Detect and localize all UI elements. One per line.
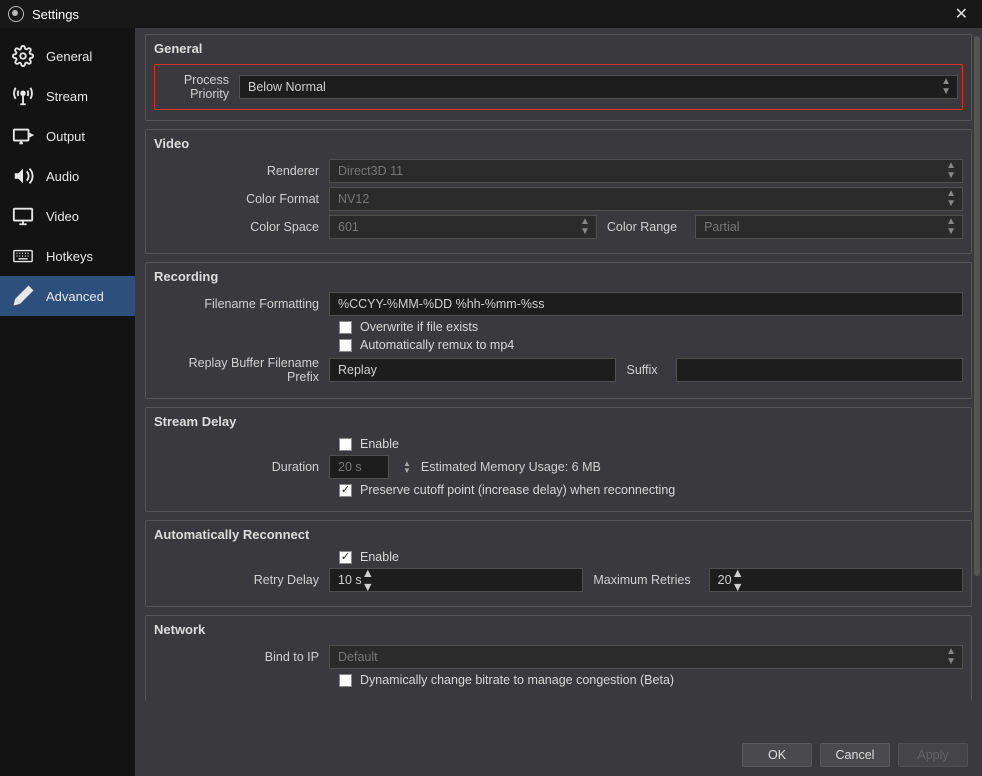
retry-delay-spinner[interactable]: 10 s ▲▼ [329, 568, 583, 592]
title-bar: Settings ✕ [0, 0, 982, 28]
group-general: General Process Priority Below Normal ▲▼ [145, 34, 972, 121]
group-recording: Recording Filename Formatting Overwrite … [145, 262, 972, 399]
gear-icon [12, 45, 34, 67]
renderer-label: Renderer [154, 164, 329, 178]
sidebar-item-label: Audio [46, 169, 79, 184]
group-reconnect: Automatically Reconnect Enable Retry Del… [145, 520, 972, 607]
group-title: Stream Delay [154, 414, 963, 429]
sidebar-item-label: Output [46, 129, 85, 144]
remux-label: Automatically remux to mp4 [360, 338, 514, 352]
group-title: General [154, 41, 963, 56]
stream-delay-enable-checkbox[interactable] [339, 438, 352, 451]
chevron-updown-icon: ▲▼ [732, 566, 744, 594]
keyboard-icon [12, 245, 34, 267]
content-area: General Process Priority Below Normal ▲▼… [135, 28, 982, 776]
sidebar: General Stream Output Audio Video [0, 28, 135, 776]
group-network: Network Bind to IP Default ▲▼ Dynamicall… [145, 615, 972, 701]
chevron-updown-icon: ▲▼ [580, 217, 590, 237]
group-title: Recording [154, 269, 963, 284]
apply-button[interactable]: Apply [898, 743, 968, 767]
retry-delay-label: Retry Delay [154, 573, 329, 587]
process-priority-label: Process Priority [159, 73, 239, 101]
sidebar-item-hotkeys[interactable]: Hotkeys [0, 236, 135, 276]
antenna-icon [12, 85, 34, 107]
chevron-updown-icon: ▲▼ [941, 77, 951, 97]
color-format-select[interactable]: NV12 ▲▼ [329, 187, 963, 211]
reconnect-enable-checkbox[interactable] [339, 551, 352, 564]
bind-ip-select[interactable]: Default ▲▼ [329, 645, 963, 669]
color-space-select[interactable]: 601 ▲▼ [329, 215, 597, 239]
sidebar-item-label: General [46, 49, 92, 64]
max-retries-label: Maximum Retries [593, 573, 698, 587]
chevron-updown-icon: ▲▼ [946, 189, 956, 209]
chevron-updown-icon: ▲▼ [362, 566, 374, 594]
filename-formatting-input[interactable] [329, 292, 963, 316]
group-stream-delay: Stream Delay Enable Duration 20 s ▲▼ Est… [145, 407, 972, 512]
app-logo-icon [8, 6, 24, 22]
process-priority-highlight: Process Priority Below Normal ▲▼ [154, 64, 963, 110]
overwrite-checkbox[interactable] [339, 321, 352, 334]
speaker-icon [12, 165, 34, 187]
color-format-label: Color Format [154, 192, 329, 206]
color-range-label: Color Range [607, 220, 685, 234]
sidebar-item-output[interactable]: Output [0, 116, 135, 156]
color-range-select[interactable]: Partial ▲▼ [695, 215, 963, 239]
chevron-updown-icon: ▲▼ [946, 161, 956, 181]
renderer-select[interactable]: Direct3D 11 ▲▼ [329, 159, 963, 183]
output-icon [12, 125, 34, 147]
group-title: Automatically Reconnect [154, 527, 963, 542]
sidebar-item-label: Video [46, 209, 79, 224]
preserve-label: Preserve cutoff point (increase delay) w… [360, 483, 675, 497]
group-title: Video [154, 136, 963, 151]
chevron-updown-icon: ▲▼ [946, 647, 956, 667]
sidebar-item-stream[interactable]: Stream [0, 76, 135, 116]
sidebar-item-label: Hotkeys [46, 249, 93, 264]
bind-ip-label: Bind to IP [154, 650, 329, 664]
spinner-arrows-icon[interactable]: ▲▼ [403, 460, 411, 474]
remux-checkbox[interactable] [339, 339, 352, 352]
enable-label: Enable [360, 550, 399, 564]
enable-label: Enable [360, 437, 399, 451]
sidebar-item-general[interactable]: General [0, 36, 135, 76]
monitor-icon [12, 205, 34, 227]
dialog-footer: OK Cancel Apply [135, 734, 982, 776]
close-icon[interactable]: ✕ [949, 4, 974, 24]
dynamic-bitrate-checkbox[interactable] [339, 674, 352, 687]
filename-formatting-label: Filename Formatting [154, 297, 329, 311]
process-priority-select[interactable]: Below Normal ▲▼ [239, 75, 958, 99]
dynamic-bitrate-label: Dynamically change bitrate to manage con… [360, 673, 674, 687]
ok-button[interactable]: OK [742, 743, 812, 767]
replay-prefix-label: Replay Buffer Filename Prefix [154, 356, 329, 384]
scrollbar[interactable] [974, 36, 980, 576]
duration-spinner[interactable]: 20 s [329, 455, 389, 479]
memory-usage-label: Estimated Memory Usage: 6 MB [421, 460, 609, 474]
chevron-updown-icon: ▲▼ [946, 217, 956, 237]
sidebar-item-advanced[interactable]: Advanced [0, 276, 135, 316]
cancel-button[interactable]: Cancel [820, 743, 890, 767]
duration-label: Duration [154, 460, 329, 474]
suffix-input[interactable] [676, 358, 963, 382]
group-video: Video Renderer Direct3D 11 ▲▼ Color Form… [145, 129, 972, 254]
sidebar-item-label: Advanced [46, 289, 104, 304]
suffix-label: Suffix [626, 363, 665, 377]
color-space-label: Color Space [154, 220, 329, 234]
window-title: Settings [32, 7, 79, 22]
max-retries-spinner[interactable]: 20 ▲▼ [709, 568, 963, 592]
sidebar-item-audio[interactable]: Audio [0, 156, 135, 196]
tools-icon [12, 285, 34, 307]
sidebar-item-video[interactable]: Video [0, 196, 135, 236]
group-title: Network [154, 622, 963, 637]
sidebar-item-label: Stream [46, 89, 88, 104]
overwrite-label: Overwrite if file exists [360, 320, 478, 334]
replay-prefix-input[interactable] [329, 358, 616, 382]
preserve-cutoff-checkbox[interactable] [339, 484, 352, 497]
